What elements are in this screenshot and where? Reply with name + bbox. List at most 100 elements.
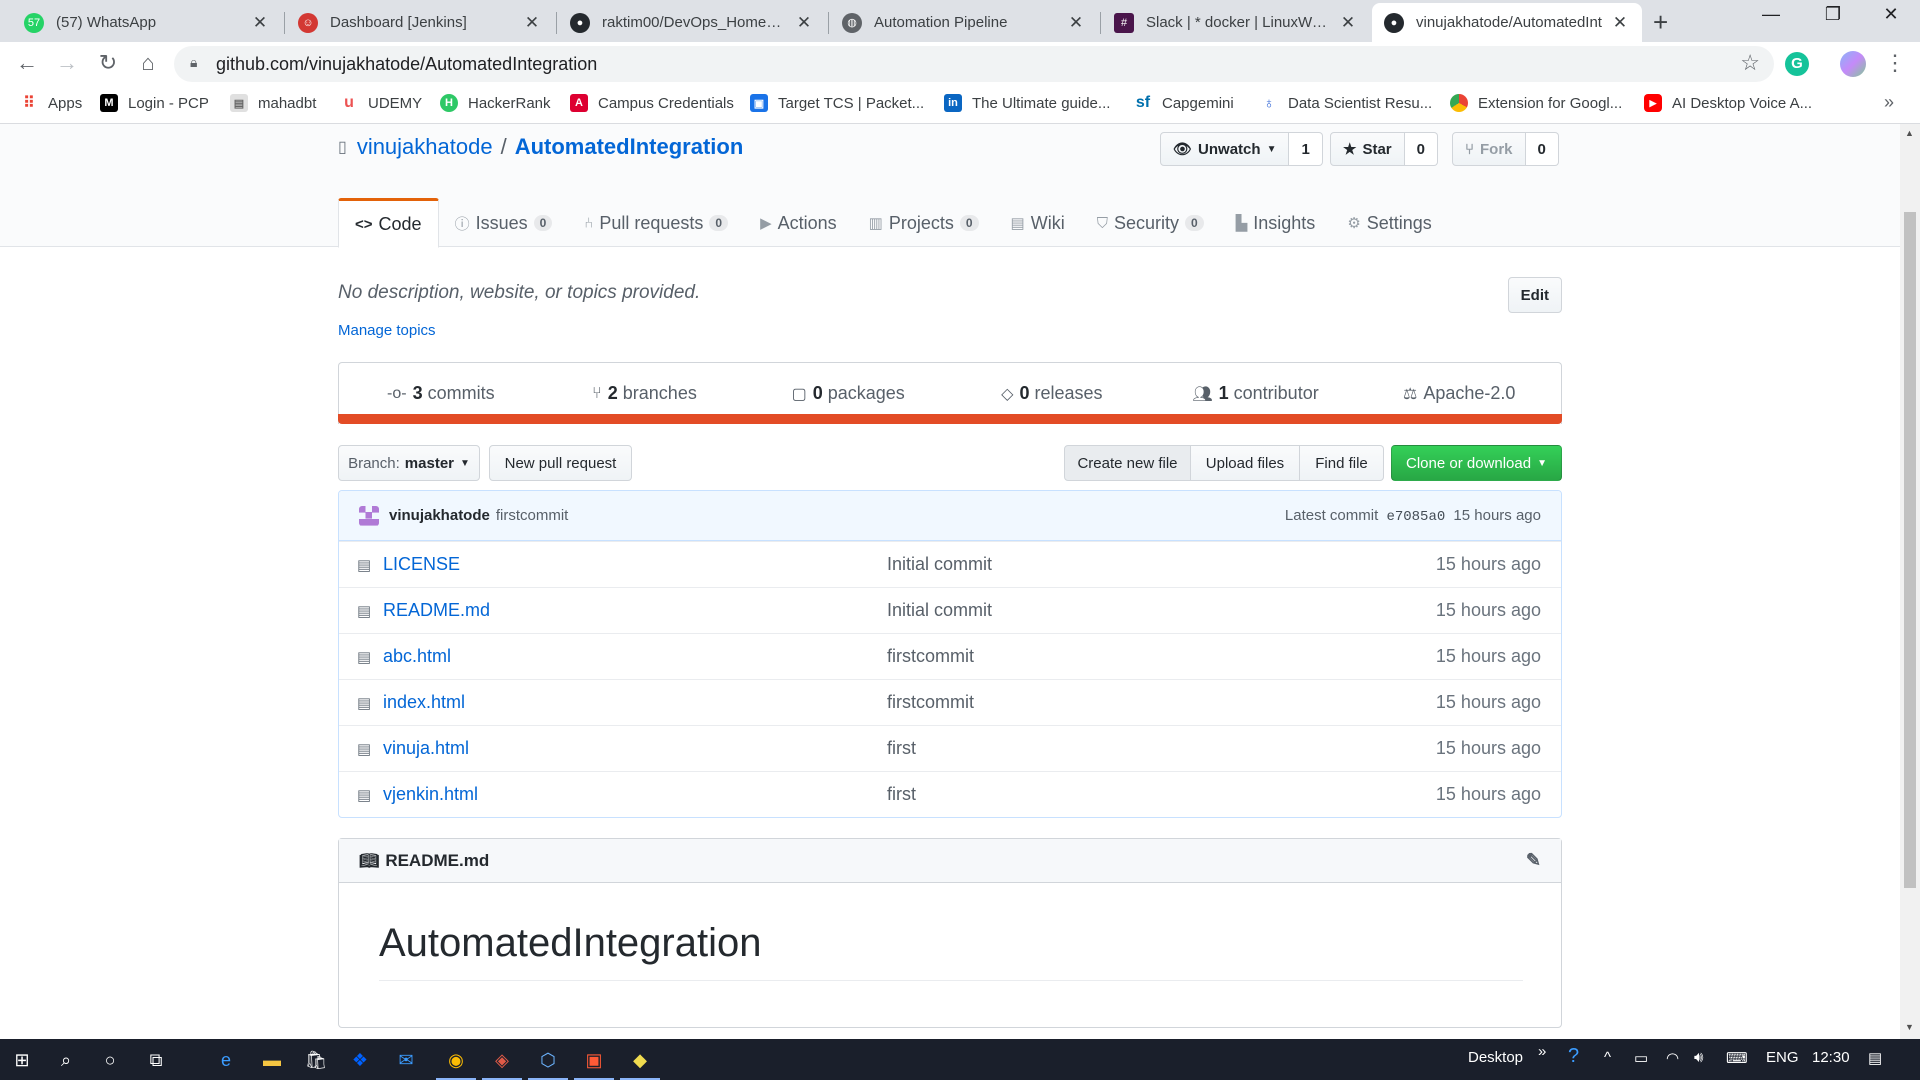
bookmark-extension-google[interactable]: Extension for Googl...	[1450, 94, 1622, 112]
tab-wiki[interactable]: ▤ Wiki	[995, 198, 1081, 248]
virtualbox-icon[interactable]: ◈	[482, 1047, 522, 1080]
new-tab-button[interactable]: +	[1653, 7, 1668, 38]
cortana-icon[interactable]: ○	[96, 1047, 124, 1073]
bookmark-apps[interactable]: ⠿ Apps	[20, 94, 82, 113]
tab-settings[interactable]: ⚙ Settings	[1331, 198, 1448, 248]
tab-whatsapp[interactable]: 57 (57) WhatsApp ✕	[12, 3, 282, 42]
desktop-toolbar-label[interactable]: Desktop	[1468, 1049, 1523, 1066]
profile-avatar[interactable]	[1840, 51, 1866, 77]
chevron-up-icon[interactable]: ^	[1604, 1049, 1611, 1066]
windows-start-icon[interactable]: ⊞	[8, 1047, 36, 1073]
bookmark-udemy[interactable]: u UDEMY	[340, 94, 422, 112]
commit-message[interactable]: firstcommit	[496, 507, 569, 524]
back-arrow-icon[interactable]: ←	[12, 50, 42, 76]
close-icon[interactable]: ✕	[1610, 13, 1630, 33]
commit-author[interactable]: vinujakhatode	[389, 507, 490, 524]
battery-icon[interactable]: ▭	[1634, 1049, 1648, 1067]
file-commit-message[interactable]: first	[887, 738, 1361, 759]
app-window-icon[interactable]: ▣	[574, 1047, 614, 1080]
tab-raktim-repo[interactable]: ● raktim00/DevOps_Home_Wo ✕	[558, 3, 826, 42]
find-file-button[interactable]: Find file	[1300, 445, 1384, 481]
wifi-icon[interactable]: ◠	[1666, 1049, 1679, 1067]
bookmark-capgemini[interactable]: sf Capgemini	[1134, 94, 1234, 112]
bookmark-ultimate-guide[interactable]: in The Ultimate guide...	[944, 94, 1110, 112]
scrollbar-thumb[interactable]	[1904, 212, 1916, 888]
clock[interactable]: 12:30	[1812, 1049, 1850, 1066]
clone-or-download-button[interactable]: Clone or download ▼	[1391, 445, 1562, 481]
bookmark-hackerrank[interactable]: H HackerRank	[440, 94, 551, 112]
repo-owner-link[interactable]: vinujakhatode	[357, 134, 493, 160]
file-name-link[interactable]: index.html	[375, 692, 887, 713]
close-icon[interactable]: ✕	[1066, 13, 1086, 33]
author-avatar[interactable]	[359, 505, 379, 526]
tab-security[interactable]: ⛉ Security 0	[1081, 198, 1220, 248]
file-name-link[interactable]: README.md	[375, 600, 887, 621]
grammarly-extension-icon[interactable]: G	[1785, 52, 1809, 76]
forward-arrow-icon[interactable]: →	[52, 50, 82, 76]
close-icon[interactable]: ✕	[522, 13, 542, 33]
upload-files-button[interactable]: Upload files	[1191, 445, 1300, 481]
volume-icon[interactable]: 🔊︎	[1694, 1049, 1703, 1066]
scroll-down-arrow-icon[interactable]: ▼	[1905, 1022, 1914, 1032]
repo-name-link[interactable]: AutomatedIntegration	[515, 134, 744, 160]
tab-insights[interactable]: ▙ Insights	[1220, 198, 1332, 248]
search-icon[interactable]: ⌕	[52, 1047, 80, 1073]
edge-icon[interactable]: e	[212, 1047, 240, 1073]
create-new-file-button[interactable]: Create new file	[1064, 445, 1191, 481]
help-icon[interactable]: ?	[1568, 1045, 1579, 1068]
reload-icon[interactable]: ↻	[93, 50, 123, 76]
tab-actions[interactable]: ▶ Actions	[744, 198, 853, 248]
bookmark-data-scientist[interactable]: ♁ Data Scientist Resu...	[1260, 94, 1432, 112]
scroll-up-arrow-icon[interactable]: ▲	[1905, 128, 1914, 138]
manage-topics-link[interactable]: Manage topics	[338, 322, 436, 339]
tab-slack[interactable]: # Slack | * docker | LinuxWorld ✕	[1102, 3, 1370, 42]
close-window-icon[interactable]: ✕	[1876, 4, 1906, 25]
dropbox-icon[interactable]: ❖	[346, 1047, 374, 1073]
file-commit-message[interactable]: firstcommit	[887, 692, 1361, 713]
bookmark-star-icon[interactable]: ☆	[1740, 50, 1760, 76]
tab-automation-pipeline[interactable]: ◍ Automation Pipeline ✕	[830, 3, 1098, 42]
task-view-icon[interactable]: ⧉	[142, 1047, 170, 1073]
tab-jenkins[interactable]: ☺ Dashboard [Jenkins] ✕	[286, 3, 554, 42]
git-icon[interactable]: ◆	[620, 1047, 660, 1080]
notification-icon[interactable]: ▤	[1868, 1049, 1882, 1067]
fork-count[interactable]: 0	[1525, 132, 1559, 166]
file-commit-message[interactable]: first	[887, 784, 1361, 805]
close-icon[interactable]: ✕	[1338, 13, 1358, 33]
language-bar[interactable]	[338, 414, 1562, 424]
commit-sha[interactable]: e7085a0	[1386, 509, 1445, 525]
store-icon[interactable]: 🛍︎	[302, 1047, 330, 1073]
chrome-taskbar-icon[interactable]: ◉	[436, 1047, 476, 1080]
tab-pull-requests[interactable]: ⑃ Pull requests 0	[568, 198, 744, 248]
fork-button[interactable]: ⑂ Fork	[1452, 132, 1526, 166]
file-name-link[interactable]: vinuja.html	[375, 738, 887, 759]
file-commit-message[interactable]: firstcommit	[887, 646, 1361, 667]
address-bar[interactable]: 🔒︎ github.com/vinujakhatode/AutomatedInt…	[174, 46, 1774, 82]
menu-kebab-icon[interactable]: ⋮	[1884, 50, 1906, 76]
branch-select-button[interactable]: Branch: master ▼	[338, 445, 480, 481]
unwatch-button[interactable]: 👁︎ Unwatch ▼	[1160, 132, 1290, 166]
watch-count[interactable]: 1	[1289, 132, 1323, 166]
tab-automated-integration[interactable]: ● vinujakhatode/AutomatedInt ✕	[1372, 3, 1642, 42]
mail-icon[interactable]: ✉	[392, 1047, 420, 1073]
tab-projects[interactable]: ▥ Projects 0	[853, 198, 995, 248]
bookmark-ai-desktop-voice[interactable]: ▶ AI Desktop Voice A...	[1644, 94, 1812, 112]
chevron-right-icon[interactable]: »	[1538, 1043, 1546, 1060]
page-scrollbar[interactable]: ▲ ▼	[1900, 124, 1920, 1039]
pencil-icon[interactable]: ✎	[1526, 850, 1541, 871]
file-commit-message[interactable]: Initial commit	[887, 600, 1361, 621]
new-pull-request-button[interactable]: New pull request	[489, 445, 632, 481]
close-icon[interactable]: ✕	[794, 13, 814, 33]
vm-cube-icon[interactable]: ⬡	[528, 1047, 568, 1080]
bookmark-mahadbt[interactable]: ▤ mahadbt	[230, 94, 316, 112]
file-name-link[interactable]: LICENSE	[375, 554, 887, 575]
bookmark-login-pcp[interactable]: M Login - PCP	[100, 94, 209, 112]
file-name-link[interactable]: vjenkin.html	[375, 784, 887, 805]
restore-icon[interactable]: ❐	[1818, 4, 1848, 25]
minimize-icon[interactable]: —	[1756, 4, 1786, 25]
edit-button[interactable]: Edit	[1507, 277, 1562, 313]
star-count[interactable]: 0	[1404, 132, 1438, 166]
language-indicator[interactable]: ENG	[1766, 1049, 1799, 1066]
file-commit-message[interactable]: Initial commit	[887, 554, 1361, 575]
tab-issues[interactable]: ⓘ Issues 0	[439, 198, 569, 248]
